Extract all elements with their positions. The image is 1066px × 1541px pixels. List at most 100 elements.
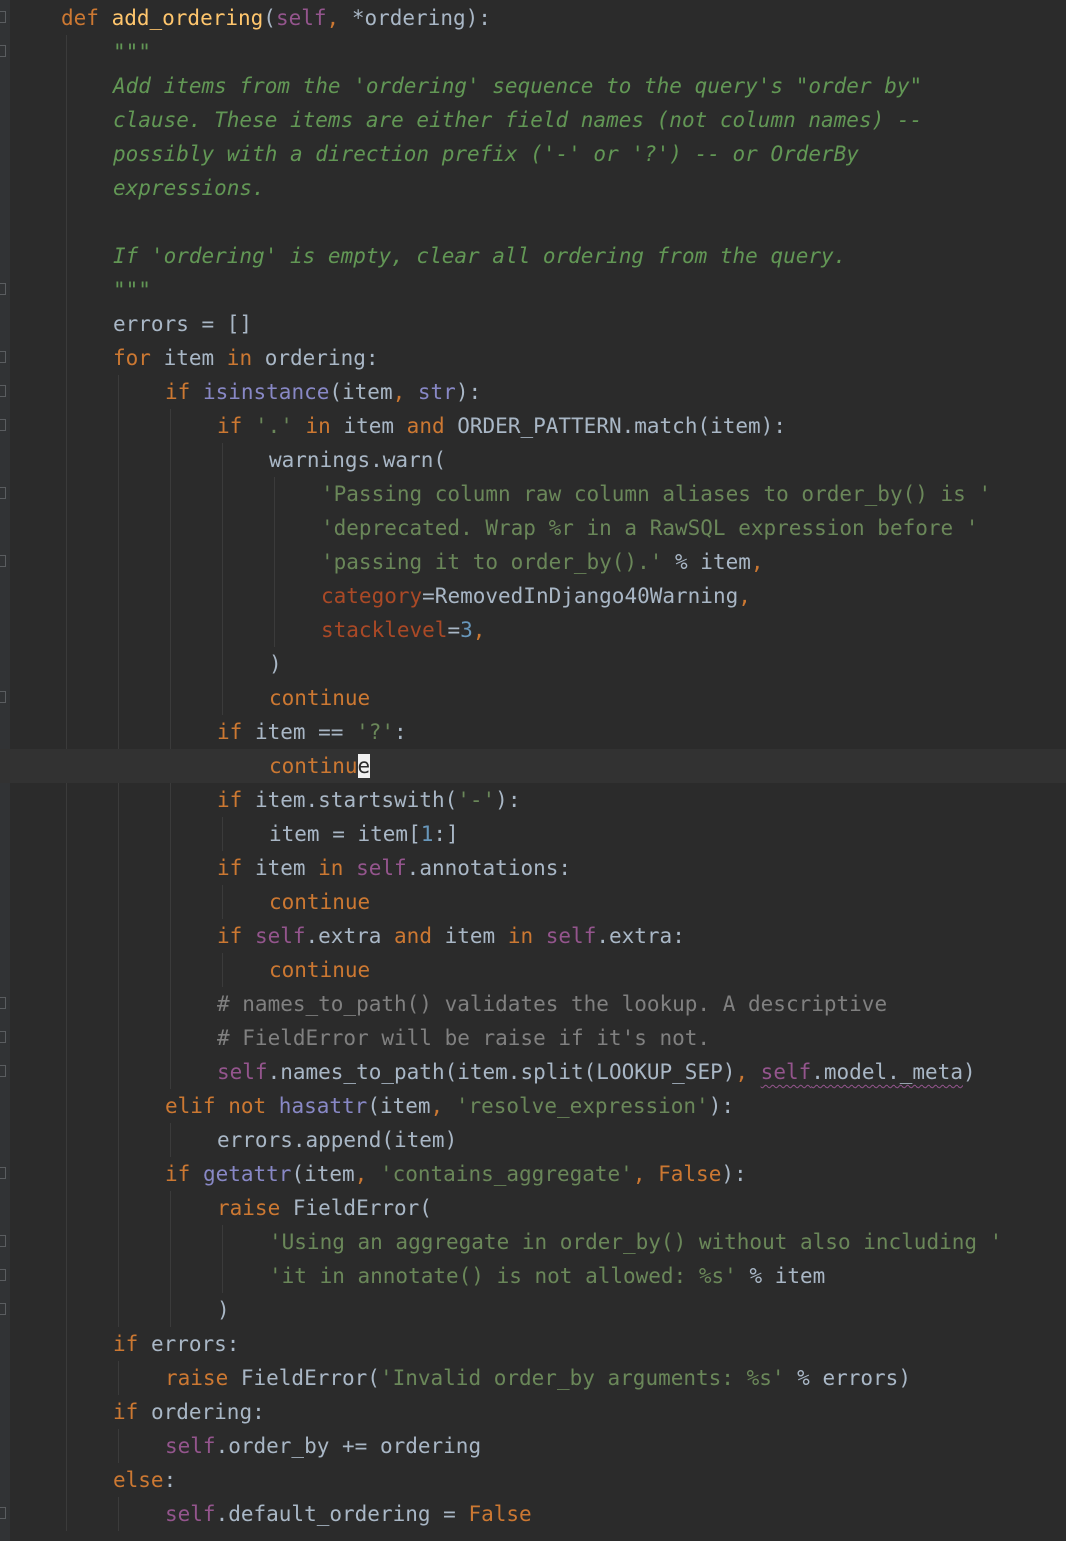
code-text: ) <box>217 1293 230 1327</box>
code-line[interactable]: self.names_to_path(item.split(LOOKUP_SEP… <box>0 1055 1066 1089</box>
code-line[interactable]: # FieldError will be raise if it's not. <box>0 1021 1066 1055</box>
fold-marker-icon[interactable] <box>0 1235 6 1247</box>
code-line[interactable]: stacklevel=3, <box>0 613 1066 647</box>
code-line[interactable]: possibly with a direction prefix ('-' or… <box>0 137 1066 171</box>
code-line[interactable]: errors = [] <box>0 307 1066 341</box>
code-token: ): <box>721 1162 747 1186</box>
code-token: , <box>735 1060 761 1084</box>
fold-marker-icon[interactable] <box>0 45 6 57</box>
code-line[interactable]: def add_ordering(self, *ordering): <box>0 1 1066 35</box>
fold-marker-icon[interactable] <box>0 997 6 1009</box>
code-line[interactable]: item = item[1:] <box>0 817 1066 851</box>
code-token: errors: <box>150 1332 240 1356</box>
code-token: FieldError( <box>240 1366 380 1390</box>
code-text: self.order_by += ordering <box>165 1429 481 1463</box>
code-token: : <box>394 720 407 744</box>
code-line[interactable]: ) <box>0 1293 1066 1327</box>
code-line[interactable]: elif not hasattr(item, 'resolve_expressi… <box>0 1089 1066 1123</box>
code-line[interactable]: continue <box>0 749 1066 783</box>
code-line[interactable]: if getattr(item, 'contains_aggregate', F… <box>0 1157 1066 1191</box>
fold-marker-icon[interactable] <box>0 283 6 295</box>
fold-marker-icon[interactable] <box>0 691 6 703</box>
code-line[interactable]: if self.extra and item in self.extra: <box>0 919 1066 953</box>
code-line[interactable]: 'Using an aggregate in order_by() withou… <box>0 1225 1066 1259</box>
code-line[interactable]: 'it in annotate() is not allowed: %s' % … <box>0 1259 1066 1293</box>
fold-marker-icon[interactable] <box>0 351 6 363</box>
code-token: stacklevel <box>321 618 448 642</box>
code-line[interactable]: warnings.warn( <box>0 443 1066 477</box>
code-line[interactable]: if item in self.annotations: <box>0 851 1066 885</box>
code-editor[interactable]: def add_ordering(self, *ordering): """ Add… <box>0 0 1066 1541</box>
code-text: warnings.warn( <box>269 443 446 477</box>
warning-underline: .model._meta <box>811 1060 963 1084</box>
code-text: if errors: <box>113 1327 239 1361</box>
fold-marker-icon[interactable] <box>0 1507 6 1519</box>
fold-marker-icon[interactable] <box>0 1031 6 1043</box>
code-line[interactable]: if errors: <box>0 1327 1066 1361</box>
code-text: if item == '?': <box>217 715 407 749</box>
code-line[interactable]: else: <box>0 1463 1066 1497</box>
code-token: 'Using an aggregate in order_by() withou… <box>269 1230 1003 1254</box>
code-token: isinstance <box>202 380 330 404</box>
code-token: '.' <box>254 414 306 438</box>
fold-marker-icon[interactable] <box>0 385 6 397</box>
code-line[interactable]: self.order_by += ordering <box>0 1429 1066 1463</box>
code-token: continue <box>269 686 371 710</box>
code-line[interactable]: 'deprecated. Wrap %r in a RawSQL express… <box>0 511 1066 545</box>
code-line[interactable]: raise FieldError('Invalid order_by argum… <box>0 1361 1066 1395</box>
fold-marker-icon[interactable] <box>0 419 6 431</box>
code-token: .order_by += ordering <box>215 1434 482 1458</box>
code-text: if isinstance(item, str): <box>165 375 481 409</box>
code-token: (item <box>291 1162 355 1186</box>
code-text: else: <box>113 1463 176 1497</box>
code-line[interactable]: self.default_ordering = False <box>0 1497 1066 1531</box>
code-line[interactable]: if isinstance(item, str): <box>0 375 1066 409</box>
code-line[interactable]: if item == '?': <box>0 715 1066 749</box>
code-line[interactable]: raise FieldError( <box>0 1191 1066 1225</box>
code-line[interactable] <box>0 205 1066 239</box>
code-line[interactable]: clause. These items are either field nam… <box>0 103 1066 137</box>
fold-marker-icon[interactable] <box>0 1269 6 1281</box>
fold-marker-icon[interactable] <box>0 487 6 499</box>
code-line[interactable]: ) <box>0 647 1066 681</box>
code-token: continue <box>269 958 371 982</box>
code-line[interactable]: Add items from the 'ordering' sequence t… <box>0 69 1066 103</box>
fold-marker-icon[interactable] <box>0 1303 6 1315</box>
code-line[interactable]: continue <box>0 953 1066 987</box>
code-text: elif not hasattr(item, 'resolve_expressi… <box>165 1089 734 1123</box>
code-line[interactable]: errors.append(item) <box>0 1123 1066 1157</box>
fold-marker-icon[interactable] <box>0 11 6 23</box>
code-line[interactable]: if item.startswith('-'): <box>0 783 1066 817</box>
warning-underline: self <box>760 1060 812 1084</box>
code-token: def <box>61 6 112 30</box>
code-token: '-' <box>457 788 496 812</box>
code-line[interactable]: if '.' in item and ORDER_PATTERN.match(i… <box>0 409 1066 443</box>
code-line[interactable]: if ordering: <box>0 1395 1066 1429</box>
code-text: expressions. <box>113 171 265 205</box>
fold-marker-icon[interactable] <box>0 1065 6 1077</box>
code-line[interactable]: 'Passing column raw column aliases to or… <box>0 477 1066 511</box>
code-token: False <box>468 1502 532 1526</box>
code-token: *ordering): <box>351 6 491 30</box>
fold-marker-icon[interactable] <box>0 555 6 567</box>
code-line[interactable]: expressions. <box>0 171 1066 205</box>
code-line[interactable]: """ <box>0 273 1066 307</box>
code-token: """ <box>113 40 151 64</box>
code-token: Add items from the 'ordering' sequence t… <box>113 74 923 98</box>
code-line[interactable]: for item in ordering: <box>0 341 1066 375</box>
code-token: , <box>392 380 418 404</box>
code-line[interactable]: continue <box>0 885 1066 919</box>
code-line[interactable]: category=RemovedInDjango40Warning, <box>0 579 1066 613</box>
code-token: if <box>165 380 203 404</box>
code-token: : <box>163 1468 177 1492</box>
code-line[interactable]: # names_to_path() validates the lookup. … <box>0 987 1066 1021</box>
code-token: % item <box>675 550 751 574</box>
code-line[interactable]: 'passing it to order_by().' % item, <box>0 545 1066 579</box>
code-line[interactable]: If 'ordering' is empty, clear all orderi… <box>0 239 1066 273</box>
code-line[interactable]: """ <box>0 35 1066 69</box>
code-token: continue <box>269 890 371 914</box>
fold-marker-icon[interactable] <box>0 1167 6 1179</box>
code-token: str <box>417 380 456 404</box>
code-token: in <box>318 856 357 880</box>
code-line[interactable]: continue <box>0 681 1066 715</box>
